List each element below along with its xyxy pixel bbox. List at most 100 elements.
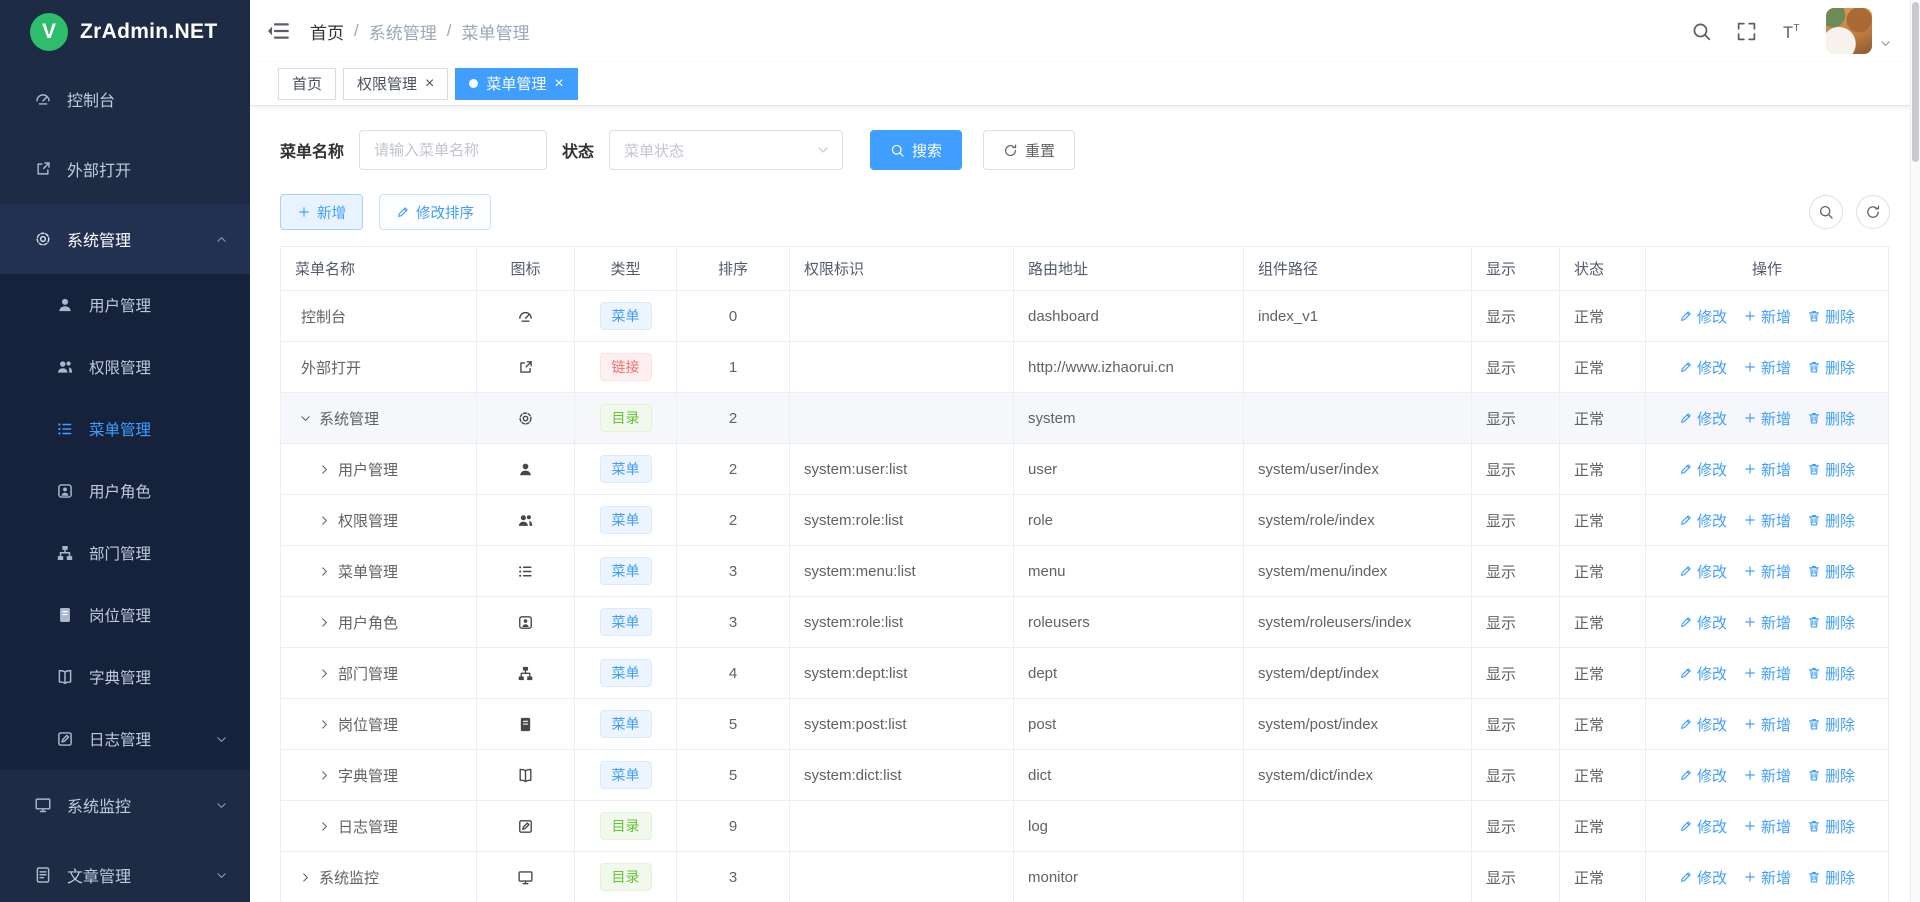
tab-home[interactable]: 首页 [278,68,336,100]
reset-button[interactable]: 重置 [983,130,1075,170]
font-size-icon[interactable]: TT [1781,21,1802,42]
search-icon[interactable] [1691,21,1712,42]
sidebar-item-user[interactable]: 用户管理 [0,274,250,336]
hamburger-icon[interactable] [266,19,290,43]
type-tag: 链接 [600,353,652,381]
sidebar-item-post-badge[interactable]: 岗位管理 [0,584,250,646]
permission-id: system:dict:list [790,750,1014,801]
breadcrumb-current: 菜单管理 [461,19,529,44]
sidebar-item-article[interactable]: 文章管理 [0,840,250,902]
edit-button[interactable]: 修改 [1679,663,1727,684]
sidebar-item-gear[interactable]: 系统管理 [0,204,250,274]
tree-expand-icon[interactable] [318,769,331,782]
delete-button[interactable]: 删除 [1807,306,1855,327]
edit-button[interactable]: 修改 [1679,408,1727,429]
delete-button[interactable]: 删除 [1807,867,1855,888]
delete-button[interactable]: 删除 [1807,357,1855,378]
add-row-button[interactable]: 新增 [1743,816,1791,837]
sidebar-item-dict-book[interactable]: 字典管理 [0,646,250,708]
edit-button[interactable]: 修改 [1679,510,1727,531]
chevron-down-icon[interactable] [215,799,228,812]
add-row-button[interactable]: 新增 [1743,612,1791,633]
add-row-button[interactable]: 新增 [1743,306,1791,327]
edit-button[interactable]: 修改 [1679,765,1727,786]
add-row-button[interactable]: 新增 [1743,765,1791,786]
avatar[interactable] [1826,8,1872,54]
visible-state: 显示 [1472,648,1560,699]
tree-expand-icon[interactable] [318,565,331,578]
close-icon[interactable]: × [554,76,563,92]
edit-button[interactable]: 修改 [1679,612,1727,633]
sidebar-item-dashboard[interactable]: 控制台 [0,64,250,134]
menu-name-input[interactable] [359,130,547,170]
add-row-button[interactable]: 新增 [1743,867,1791,888]
tab-label: 权限管理 [357,73,417,94]
tree-expand-icon[interactable] [299,871,312,884]
delete-button[interactable]: 删除 [1807,459,1855,480]
add-row-button[interactable]: 新增 [1743,357,1791,378]
chevron-down-icon[interactable] [215,733,228,746]
sidebar-item-external-link[interactable]: 外部打开 [0,134,250,204]
edit-button[interactable]: 修改 [1679,561,1727,582]
search-button[interactable]: 搜索 [870,130,962,170]
sidebar-item-dept-tree[interactable]: 部门管理 [0,522,250,584]
sidebar-item-user-role[interactable]: 用户角色 [0,460,250,522]
edit-button[interactable]: 修改 [1679,357,1727,378]
refresh-button[interactable] [1856,195,1890,229]
close-icon[interactable]: × [425,76,434,92]
status-select[interactable]: 菜单状态 [609,130,843,170]
delete-button[interactable]: 删除 [1807,561,1855,582]
delete-button[interactable]: 删除 [1807,510,1855,531]
chevron-up-icon[interactable] [215,233,228,246]
delete-button[interactable]: 删除 [1807,816,1855,837]
edit-button[interactable]: 修改 [1679,459,1727,480]
type-tag: 目录 [600,404,652,432]
sidebar-item-users[interactable]: 权限管理 [0,336,250,398]
add-row-button[interactable]: 新增 [1743,663,1791,684]
scrollbar[interactable] [1910,0,1920,902]
add-row-button[interactable]: 新增 [1743,408,1791,429]
delete-button[interactable]: 删除 [1807,765,1855,786]
app-logo[interactable]: V ZrAdmin.NET [0,0,250,64]
add-row-button[interactable]: 新增 [1743,510,1791,531]
breadcrumb-home[interactable]: 首页 [310,19,344,44]
delete-button[interactable]: 删除 [1807,408,1855,429]
tab-permission[interactable]: 权限管理 × [343,68,448,100]
tree-expand-icon[interactable] [318,514,331,527]
edit-button[interactable]: 修改 [1679,714,1727,735]
edit-button[interactable]: 修改 [1679,867,1727,888]
table-tools [1809,195,1890,229]
edit-button[interactable]: 修改 [1679,306,1727,327]
fullscreen-icon[interactable] [1736,21,1757,42]
add-row-button[interactable]: 新增 [1743,714,1791,735]
tree-expand-icon[interactable] [318,463,331,476]
chevron-down-icon[interactable] [215,869,228,882]
tree-expand-icon[interactable] [318,718,331,731]
tree-collapse-icon[interactable] [299,412,312,425]
search-toggle-button[interactable] [1809,195,1843,229]
sidebar-item-monitor[interactable]: 系统监控 [0,770,250,840]
add-row-button[interactable]: 新增 [1743,459,1791,480]
add-row-button[interactable]: 新增 [1743,561,1791,582]
delete-button[interactable]: 删除 [1807,714,1855,735]
sidebar-item-menu-list[interactable]: 菜单管理 [0,398,250,460]
delete-button[interactable]: 删除 [1807,612,1855,633]
sort-edit-button[interactable]: 修改排序 [379,194,491,230]
visible-state: 显示 [1472,444,1560,495]
user-menu[interactable] [1826,8,1892,54]
scrollbar-thumb[interactable] [1912,2,1919,162]
column-header: 组件路径 [1244,247,1472,291]
tree-expand-icon[interactable] [318,616,331,629]
caret-down-icon[interactable] [1879,37,1892,50]
tab-menu-management[interactable]: 菜单管理 × [455,68,577,100]
tree-expand-icon[interactable] [318,820,331,833]
tree-expand-icon[interactable] [318,667,331,680]
breadcrumb-system[interactable]: 系统管理 [369,19,437,44]
sidebar-item-log-edit[interactable]: 日志管理 [0,708,250,770]
refresh-icon [1003,143,1018,158]
delete-button[interactable]: 删除 [1807,663,1855,684]
edit-button[interactable]: 修改 [1679,816,1727,837]
sidebar-item-label: 字典管理 [89,666,151,688]
column-header: 路由地址 [1014,247,1244,291]
add-button[interactable]: 新增 [280,194,363,230]
